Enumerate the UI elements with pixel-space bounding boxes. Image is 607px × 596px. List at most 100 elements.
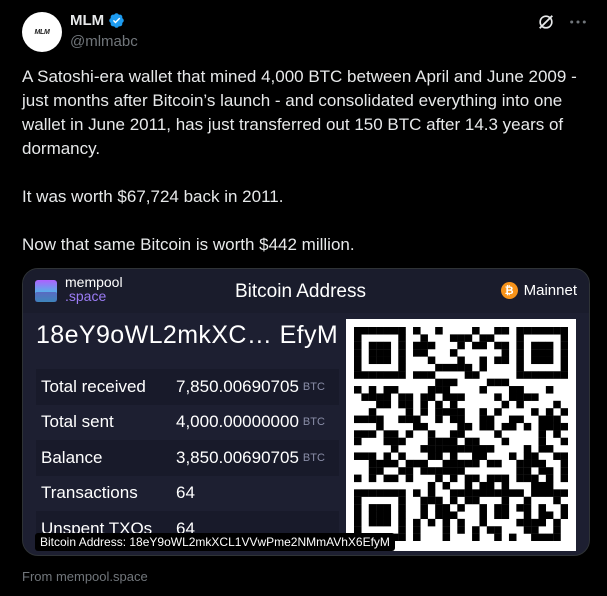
qr-module	[553, 489, 561, 497]
qr-module	[449, 400, 458, 409]
qr-module	[531, 341, 539, 350]
qr-module	[398, 496, 406, 505]
qr-module	[383, 489, 392, 497]
qr-module	[376, 489, 384, 497]
qr-module	[435, 386, 443, 394]
qr-module	[427, 467, 436, 475]
network-badge: ₿ Mainnet	[500, 282, 577, 299]
qr-module	[523, 511, 532, 520]
qr-module	[560, 452, 568, 460]
qr-module	[523, 422, 532, 431]
qr-module	[486, 334, 495, 342]
qr-module	[449, 349, 458, 357]
qr-module	[516, 393, 524, 401]
qr-module	[405, 393, 414, 401]
qr-module	[479, 504, 487, 512]
qr-module	[516, 474, 524, 483]
qr-module	[479, 511, 487, 520]
row-value: 64	[176, 483, 195, 503]
link-card[interactable]: mempool .space Bitcoin Address ₿ Mainnet…	[22, 268, 590, 556]
row-label: Balance	[41, 447, 103, 467]
qr-module	[523, 496, 532, 505]
row-unit: BTC	[302, 451, 325, 464]
qr-module	[553, 496, 561, 505]
qr-module	[545, 371, 554, 379]
qr-module	[405, 400, 414, 409]
row-value: 4,000.00000000	[176, 412, 299, 432]
qr-module	[368, 371, 377, 379]
qr-module	[427, 371, 436, 379]
qr-module	[449, 474, 458, 483]
qr-module	[376, 415, 384, 424]
qr-module	[494, 327, 502, 335]
table-row: Total received 7,850.00690705 BTC	[36, 369, 339, 405]
qr-module	[560, 511, 568, 520]
qr-module	[449, 445, 458, 453]
qr-module	[560, 489, 568, 497]
grok-icon[interactable]	[537, 13, 555, 31]
qr-module	[420, 496, 428, 505]
qr-module	[523, 445, 532, 453]
qr-module	[545, 474, 554, 483]
row-unit: BTC	[302, 416, 325, 429]
avatar[interactable]: MLM	[22, 12, 62, 52]
qr-module	[538, 467, 547, 475]
more-icon[interactable]	[569, 13, 587, 31]
row-unit: BTC	[302, 380, 325, 393]
qr-module	[501, 511, 510, 520]
qr-module	[354, 334, 362, 342]
qr-module	[494, 378, 502, 387]
author-name[interactable]: MLM	[70, 12, 104, 29]
qr-module	[508, 393, 517, 401]
qr-module	[413, 518, 421, 527]
qr-module	[413, 533, 421, 541]
card-source[interactable]: From mempool.space	[22, 569, 148, 584]
qr-module	[508, 533, 517, 541]
qr-module	[486, 459, 495, 468]
qr-module	[420, 422, 428, 431]
table-row: Transactions 64	[36, 475, 339, 511]
qr-module	[479, 415, 487, 424]
qr-module	[405, 415, 414, 424]
qr-module	[560, 467, 568, 475]
qr-module	[531, 356, 539, 365]
author-handle[interactable]: @mlmabc	[70, 33, 138, 50]
qr-module	[545, 481, 554, 490]
qr-module	[486, 489, 495, 497]
qr-module	[420, 504, 428, 512]
qr-module	[368, 356, 377, 365]
card-title: Bitcoin Address	[235, 281, 366, 302]
qr-module	[523, 393, 532, 401]
qr-module	[545, 467, 554, 475]
qr-module	[383, 349, 392, 357]
qr-module	[368, 415, 377, 424]
qr-module	[442, 378, 451, 387]
qr-module	[560, 327, 568, 335]
qr-module	[457, 356, 465, 365]
qr-module	[494, 474, 502, 483]
qr-module	[531, 349, 539, 357]
qr-module	[390, 474, 399, 483]
qr-module	[538, 371, 547, 379]
qr-module	[383, 474, 392, 483]
qr-module	[368, 386, 377, 394]
qr-module	[472, 526, 480, 534]
qr-module	[560, 349, 568, 357]
qr-module	[383, 386, 392, 394]
qr-module	[472, 459, 480, 468]
qr-module	[361, 452, 369, 460]
qr-module	[420, 334, 428, 342]
qr-module	[405, 459, 414, 468]
qr-module	[479, 481, 487, 490]
qr-module	[413, 489, 421, 497]
qr-module	[442, 459, 451, 468]
qr-module	[442, 481, 451, 490]
qr-module	[531, 489, 539, 497]
qr-module	[442, 533, 451, 541]
qr-module	[479, 408, 487, 416]
qr-module	[361, 430, 369, 438]
qr-module	[442, 504, 451, 512]
qr-module	[531, 526, 539, 534]
tweet-actions	[537, 13, 587, 31]
qr-module	[479, 445, 487, 453]
